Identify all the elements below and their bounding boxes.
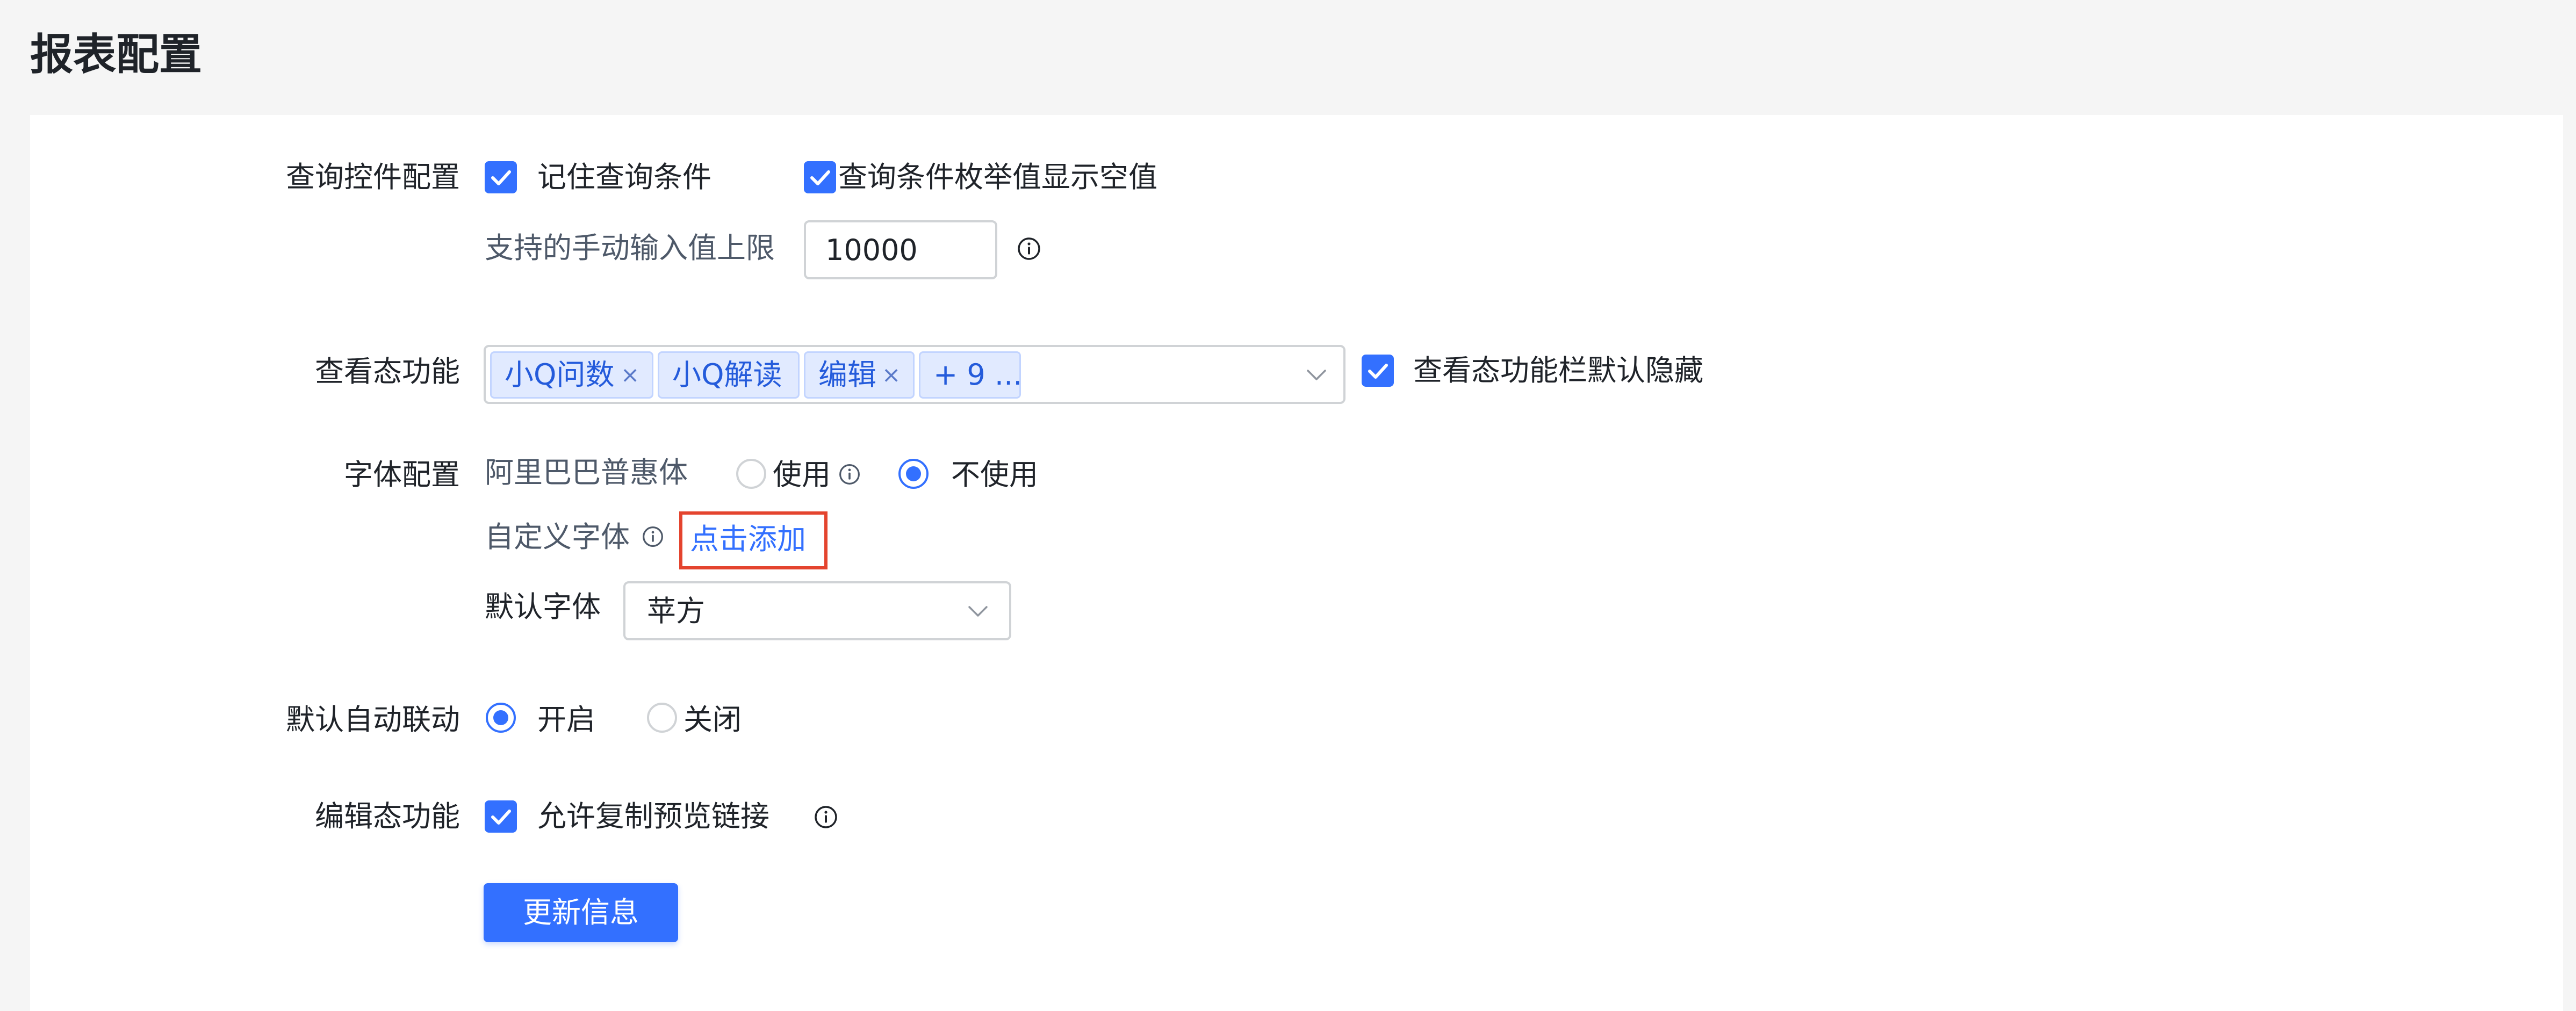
auto-linkage-on-label: 开启 <box>537 703 595 736</box>
view-features-label: 查看态功能 <box>315 355 460 388</box>
check-icon <box>491 810 511 825</box>
add-custom-font-link[interactable]: 点击添加 <box>690 520 806 559</box>
manual-limit-input[interactable] <box>804 220 997 279</box>
view-feature-tag: 小Q解读 <box>658 351 800 399</box>
allow-copy-link-label: 允许复制预览链接 <box>537 799 769 833</box>
show-empty-enum-checkbox[interactable] <box>804 161 836 193</box>
show-empty-enum-label: 查询条件枚举值显示空值 <box>838 160 1157 194</box>
alibaba-not-use-radio[interactable] <box>898 459 929 489</box>
view-feature-tag-label: 编辑 <box>818 358 876 392</box>
default-font-select[interactable]: 苹方 <box>623 581 1011 640</box>
info-icon[interactable] <box>838 463 861 486</box>
info-icon[interactable] <box>642 525 664 548</box>
alibaba-use-radio[interactable] <box>736 459 766 489</box>
alibaba-use-label: 使用 <box>773 458 831 492</box>
query-controls-label: 查询控件配置 <box>286 160 460 194</box>
remember-conditions-checkbox[interactable] <box>485 161 517 193</box>
edit-features-label: 编辑态功能 <box>315 799 460 833</box>
report-config-page: 报表配置 查询控件配置 记住查询条件 查询条件枚举值显示空值 支持的手动输入值上… <box>0 0 2576 1011</box>
info-icon[interactable] <box>814 805 838 829</box>
view-feature-tag-label: 小Q解读 <box>672 358 782 392</box>
page-title: 报表配置 <box>30 30 202 80</box>
hide-toolbar-checkbox[interactable] <box>1362 355 1394 387</box>
font-config-label: 字体配置 <box>344 458 460 492</box>
default-font-label: 默认字体 <box>485 590 601 624</box>
view-feature-more-tag[interactable]: + 9 ... <box>919 351 1022 399</box>
view-feature-tag: 小Q问数 × <box>490 351 653 399</box>
check-icon <box>1368 364 1388 379</box>
tag-close-icon[interactable]: × <box>882 353 901 397</box>
view-feature-tag: 编辑 × <box>804 351 915 399</box>
chevron-down-icon[interactable] <box>1305 363 1328 387</box>
auto-linkage-on-radio[interactable] <box>486 703 516 733</box>
update-info-button[interactable]: 更新信息 <box>484 883 678 942</box>
check-icon <box>491 170 511 185</box>
chevron-down-icon[interactable] <box>966 600 990 623</box>
alibaba-font-label: 阿里巴巴普惠体 <box>485 456 688 489</box>
hide-toolbar-label: 查看态功能栏默认隐藏 <box>1413 353 1703 387</box>
tag-close-icon[interactable]: × <box>621 353 639 397</box>
view-feature-tag-label: 小Q问数 <box>505 358 615 392</box>
info-icon[interactable] <box>1017 236 1041 261</box>
config-panel: 查询控件配置 记住查询条件 查询条件枚举值显示空值 支持的手动输入值上限 查看态… <box>30 115 2563 1011</box>
manual-limit-label: 支持的手动输入值上限 <box>485 231 775 265</box>
custom-font-label: 自定义字体 <box>485 520 630 554</box>
remember-conditions-label: 记住查询条件 <box>537 160 711 194</box>
auto-linkage-off-radio[interactable] <box>647 703 677 733</box>
view-features-select[interactable]: 小Q问数 × 小Q解读 编辑 × + 9 ... <box>484 345 1345 404</box>
auto-linkage-label: 默认自动联动 <box>286 703 460 736</box>
alibaba-not-use-label: 不使用 <box>951 458 1038 492</box>
check-icon <box>810 170 830 185</box>
default-font-value: 苹方 <box>647 594 705 628</box>
allow-copy-link-checkbox[interactable] <box>485 800 517 833</box>
auto-linkage-off-label: 关闭 <box>683 703 742 736</box>
